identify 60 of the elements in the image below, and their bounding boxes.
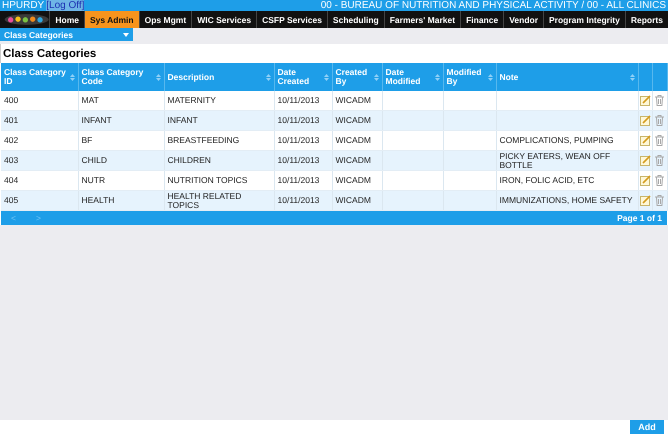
user-name: HPURDY: [2, 0, 44, 11]
page-dropdown[interactable]: Class Categories: [0, 28, 133, 41]
table-cell: WICADM: [332, 150, 382, 170]
column-header[interactable]: Note: [496, 63, 638, 91]
table-cell: INFANT: [78, 110, 164, 130]
table-cell: [382, 150, 443, 170]
table-cell: HEALTH: [78, 190, 164, 210]
delete-icon[interactable]: [655, 195, 664, 206]
table-cell: [443, 190, 496, 210]
edit-icon[interactable]: [640, 115, 650, 126]
column-header[interactable]: Description: [164, 63, 274, 91]
sort-icon: [630, 74, 634, 80]
table-cell: CHILDREN: [164, 150, 274, 170]
delete-icon[interactable]: [655, 95, 664, 106]
nav-tab[interactable]: Sys Admin: [84, 11, 139, 28]
delete-icon[interactable]: [655, 135, 664, 146]
agency-title: 00 - BUREAU OF NUTRITION AND PHYSICAL ACTIVITY / 00 - ALL CLINICS: [320, 0, 666, 11]
log-off-link[interactable]: [Log Off]: [46, 0, 84, 11]
sort-icon: [488, 74, 492, 80]
table-cell: 10/11/2013: [274, 150, 332, 170]
logo-drawing: [4, 11, 50, 28]
column-header[interactable]: Class Category ID: [1, 63, 78, 91]
table-cell: 405: [1, 190, 78, 210]
sort-icon: [156, 74, 160, 80]
column-header[interactable]: Date Created: [274, 63, 332, 91]
table-cell: 10/11/2013: [274, 190, 332, 210]
sort-icon: [374, 74, 378, 80]
caret-icon: [123, 32, 129, 36]
table-cell: IMMUNIZATIONS, HOME SAFETY: [496, 190, 638, 210]
column-header[interactable]: Modified By: [443, 63, 496, 91]
table-cell: 403: [1, 150, 78, 170]
table-cell: WICADM: [332, 190, 382, 210]
table-cell: PICKY EATERS, WEAN OFF BOTTLE: [496, 150, 638, 170]
sort-icon: [434, 74, 440, 80]
sort-icon: [266, 74, 270, 80]
edit-icon[interactable]: [640, 95, 650, 106]
table-cell: [443, 150, 496, 170]
column-header[interactable]: Class Category Code: [78, 63, 164, 91]
sort-icon: [70, 74, 74, 80]
page-info: Page 1 of 1: [617, 213, 663, 223]
delete-icon[interactable]: [655, 115, 664, 126]
table-cell: CHILD: [78, 150, 164, 170]
edit-icon[interactable]: [640, 155, 650, 166]
column-header[interactable]: Date Modified: [382, 63, 443, 91]
delete-icon[interactable]: [655, 155, 664, 166]
table-cell: INFANT: [164, 110, 274, 130]
sort-icon: [324, 74, 328, 80]
table-cell: 10/11/2013: [274, 110, 332, 130]
delete-icon[interactable]: [655, 175, 664, 186]
table-cell: [382, 110, 443, 130]
table-cell: HEALTH RELATED TOPICS: [164, 190, 274, 210]
edit-icon[interactable]: [640, 135, 650, 146]
table-cell: 401: [1, 110, 78, 130]
table-cell: [382, 190, 443, 210]
column-header[interactable]: Created By: [332, 63, 382, 91]
table-cell: WICADM: [332, 110, 382, 130]
edit-icon[interactable]: [640, 195, 650, 206]
edit-icon[interactable]: [640, 175, 650, 186]
add-button[interactable]: Add: [630, 420, 664, 434]
table-cell: [443, 110, 496, 130]
